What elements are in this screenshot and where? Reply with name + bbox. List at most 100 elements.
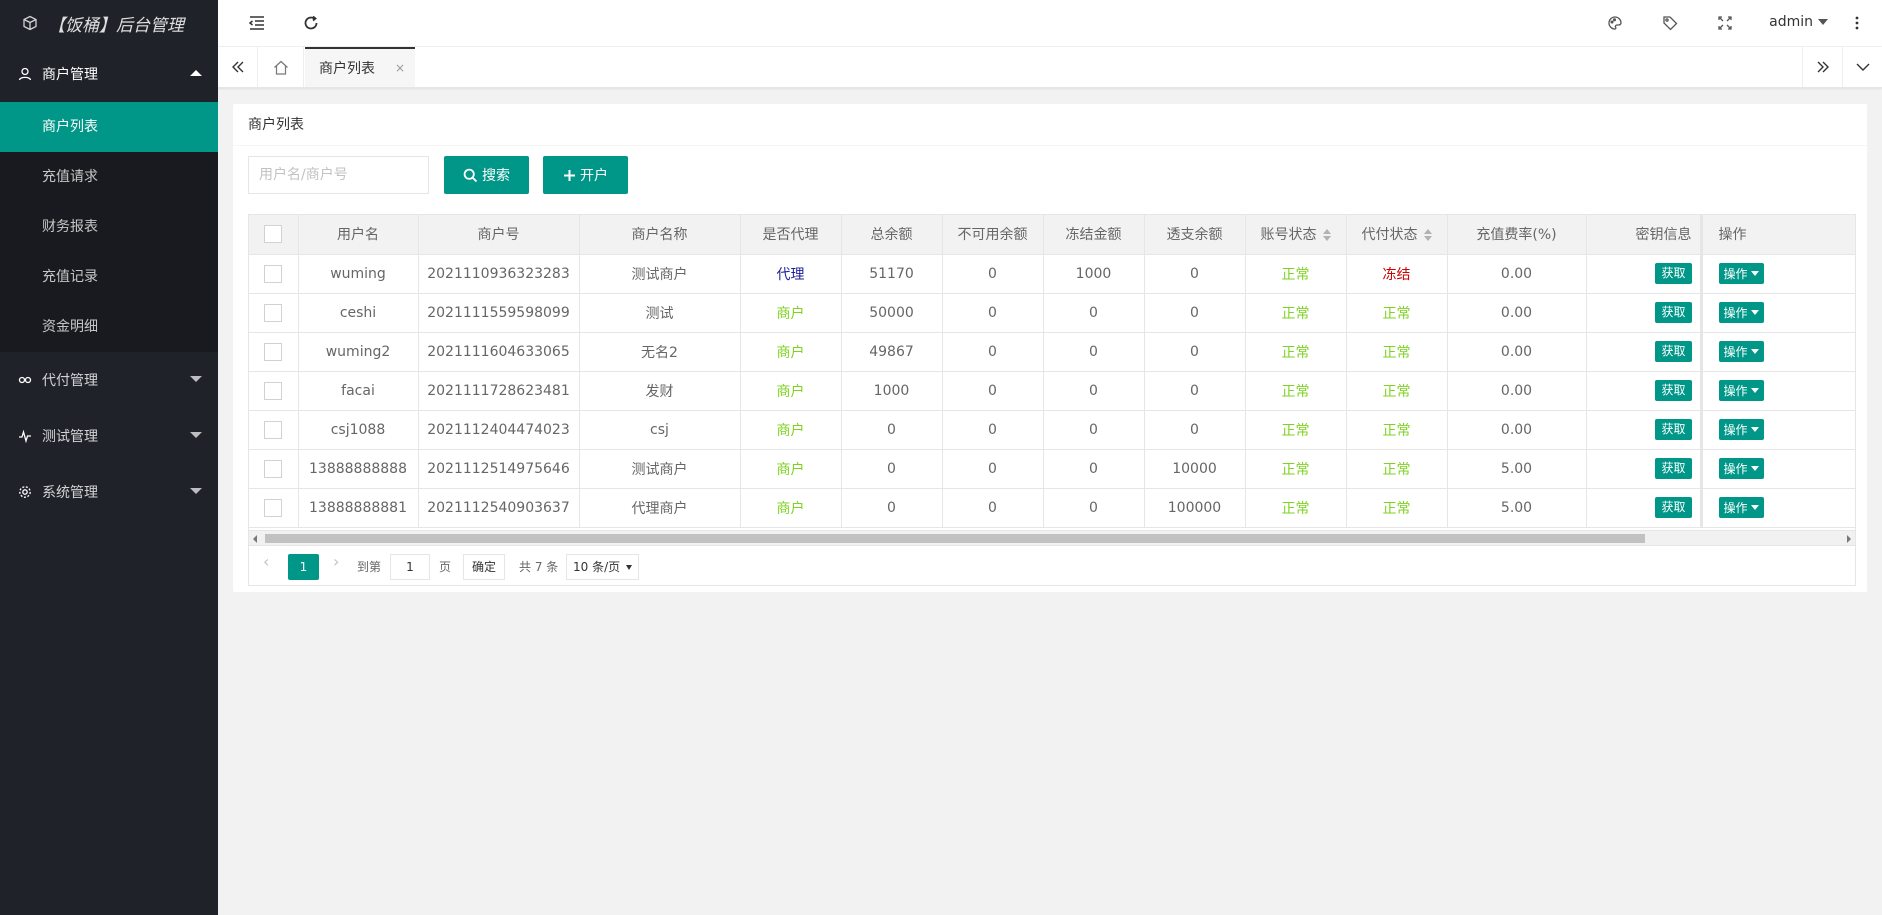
row-checkbox[interactable]: [264, 381, 283, 400]
operation-dropdown-button[interactable]: 操作: [1718, 341, 1764, 362]
menu-merchant-management[interactable]: 商户管理: [0, 46, 218, 102]
caret-down-icon: [1818, 19, 1828, 25]
more-button[interactable]: [1846, 12, 1868, 34]
col-account-status[interactable]: 账号状态: [1245, 215, 1347, 255]
fullscreen-button[interactable]: [1714, 12, 1736, 34]
sidebar-item-recharge-request[interactable]: 充值请求: [0, 152, 218, 202]
table-cell: 2021110936323283: [418, 254, 580, 294]
operation-dropdown-button[interactable]: 操作: [1718, 263, 1764, 284]
operation-label: 操作: [1723, 345, 1748, 359]
merchant-table: 用户名 商户号 商户名称 是否代理 总余额 不可用余额 冻结金额 透支余额 账号…: [248, 214, 1856, 531]
page-current[interactable]: 1: [288, 554, 319, 580]
search-input[interactable]: [248, 156, 429, 194]
gear-icon: [18, 485, 32, 499]
scroll-left-arrow-icon[interactable]: [253, 535, 257, 543]
row-checkbox[interactable]: [264, 342, 283, 361]
get-key-button[interactable]: 获取: [1655, 302, 1692, 323]
sort-icon[interactable]: [1322, 229, 1331, 242]
caret-down-icon: [1750, 466, 1759, 471]
operation-dropdown-button[interactable]: 操作: [1718, 458, 1764, 479]
operation-dropdown-button[interactable]: 操作: [1718, 302, 1764, 323]
sort-icon[interactable]: [1423, 229, 1432, 242]
col-payout-status[interactable]: 代付状态: [1346, 215, 1448, 255]
refresh-button[interactable]: [300, 12, 322, 34]
select-all-checkbox[interactable]: [264, 225, 283, 244]
sidebar: 【饭桶】后台管理 商户管理 商户列表 充值请求 财务报表 充值记录 资金明细 代…: [0, 0, 218, 915]
menu-payout-management[interactable]: 代付管理: [0, 352, 218, 408]
row-checkbox[interactable]: [264, 303, 283, 322]
search-button[interactable]: 搜索: [444, 156, 529, 194]
tabs-scroll-left-button[interactable]: [218, 47, 258, 87]
next-page-button[interactable]: ›: [333, 552, 339, 571]
row-checkbox[interactable]: [264, 498, 283, 517]
app-logo[interactable]: 【饭桶】后台管理: [0, 0, 218, 46]
row-checkbox[interactable]: [264, 264, 283, 283]
table-row: facai 2021111728623481 发财 商户 1000 0 0 0 正常 正常 0.00…: [249, 371, 1855, 411]
get-key-button[interactable]: 获取: [1655, 380, 1692, 401]
goto-label: 到第: [357, 560, 382, 574]
get-key-button[interactable]: 获取: [1655, 263, 1692, 284]
menu-system-management[interactable]: 系统管理: [0, 464, 218, 520]
theme-button[interactable]: [1604, 12, 1626, 34]
table-cell: 10000: [1144, 449, 1246, 489]
page-size-select[interactable]: 10 条/页: [566, 554, 640, 580]
menu-label: 商户管理: [42, 67, 98, 83]
sidebar-item-finance-report[interactable]: 财务报表: [0, 202, 218, 252]
table-cell: 2021112514975646: [418, 449, 580, 489]
scrollbar-thumb[interactable]: [265, 534, 1645, 543]
table-cell: 50000: [841, 293, 943, 333]
table-cell: 0: [841, 410, 943, 450]
tabs-scroll-right-button[interactable]: [1802, 47, 1842, 87]
total-count: 共 7 条: [519, 560, 559, 574]
operation-dropdown-button[interactable]: 操作: [1718, 497, 1764, 518]
table-cell: 1000: [841, 371, 943, 411]
get-key-button[interactable]: 获取: [1655, 458, 1692, 479]
user-menu[interactable]: admin: [1769, 14, 1828, 30]
row-select-cell: [249, 410, 299, 450]
tab-merchant-list[interactable]: 商户列表 ×: [305, 47, 415, 87]
tag-button[interactable]: [1659, 12, 1681, 34]
table-cell: 正常: [1346, 371, 1448, 411]
table-cell: 正常: [1346, 488, 1448, 528]
get-key-button[interactable]: 获取: [1655, 419, 1692, 440]
username: admin: [1769, 14, 1813, 30]
operation-dropdown-button[interactable]: 操作: [1718, 380, 1764, 401]
get-key-button[interactable]: 获取: [1655, 341, 1692, 362]
menu-test-management[interactable]: 测试管理: [0, 408, 218, 464]
sidebar-toggle-button[interactable]: [246, 12, 268, 34]
caret-down-icon: [626, 564, 633, 570]
row-checkbox[interactable]: [264, 459, 283, 478]
merchant-list-card: 商户列表 搜索 开户 用户名 商户号 商户名称 是否代理: [233, 104, 1867, 592]
get-key-button[interactable]: 获取: [1655, 497, 1692, 518]
table-cell: 0: [1144, 293, 1246, 333]
table-cell: 商户: [740, 449, 842, 489]
table-cell: 0.00: [1447, 371, 1587, 411]
open-account-button[interactable]: 开户: [543, 156, 628, 194]
operation-dropdown-button[interactable]: 操作: [1718, 419, 1764, 440]
tab-home[interactable]: [258, 47, 304, 87]
tabs-menu-button[interactable]: [1842, 47, 1882, 87]
chevron-down-icon: [190, 432, 202, 438]
table-cell: 0: [942, 332, 1044, 372]
table-cell: 13888888888: [298, 449, 419, 489]
pulse-icon: [18, 429, 32, 443]
prev-page-button[interactable]: ‹: [263, 552, 269, 571]
link-icon: [18, 373, 32, 387]
table-cell: 2021111728623481: [418, 371, 580, 411]
row-select-cell: [249, 371, 299, 411]
col-recharge-rate: 充值费率(%): [1447, 215, 1587, 255]
table-cell: 0: [1043, 332, 1145, 372]
table-cell: 5.00: [1447, 449, 1587, 489]
sidebar-item-merchant-list[interactable]: 商户列表: [0, 102, 218, 152]
sidebar-item-recharge-record[interactable]: 充值记录: [0, 252, 218, 302]
row-checkbox[interactable]: [264, 420, 283, 439]
operation-label: 操作: [1723, 501, 1748, 515]
sidebar-item-fund-detail[interactable]: 资金明细: [0, 302, 218, 352]
goto-confirm-button[interactable]: 确定: [463, 554, 506, 580]
horizontal-scrollbar[interactable]: [248, 531, 1856, 546]
table-cell: 无名2: [579, 332, 741, 372]
close-icon[interactable]: ×: [395, 61, 405, 75]
page-number-input[interactable]: [390, 554, 430, 580]
scroll-right-arrow-icon[interactable]: [1847, 535, 1851, 543]
cube-icon: [23, 15, 37, 31]
